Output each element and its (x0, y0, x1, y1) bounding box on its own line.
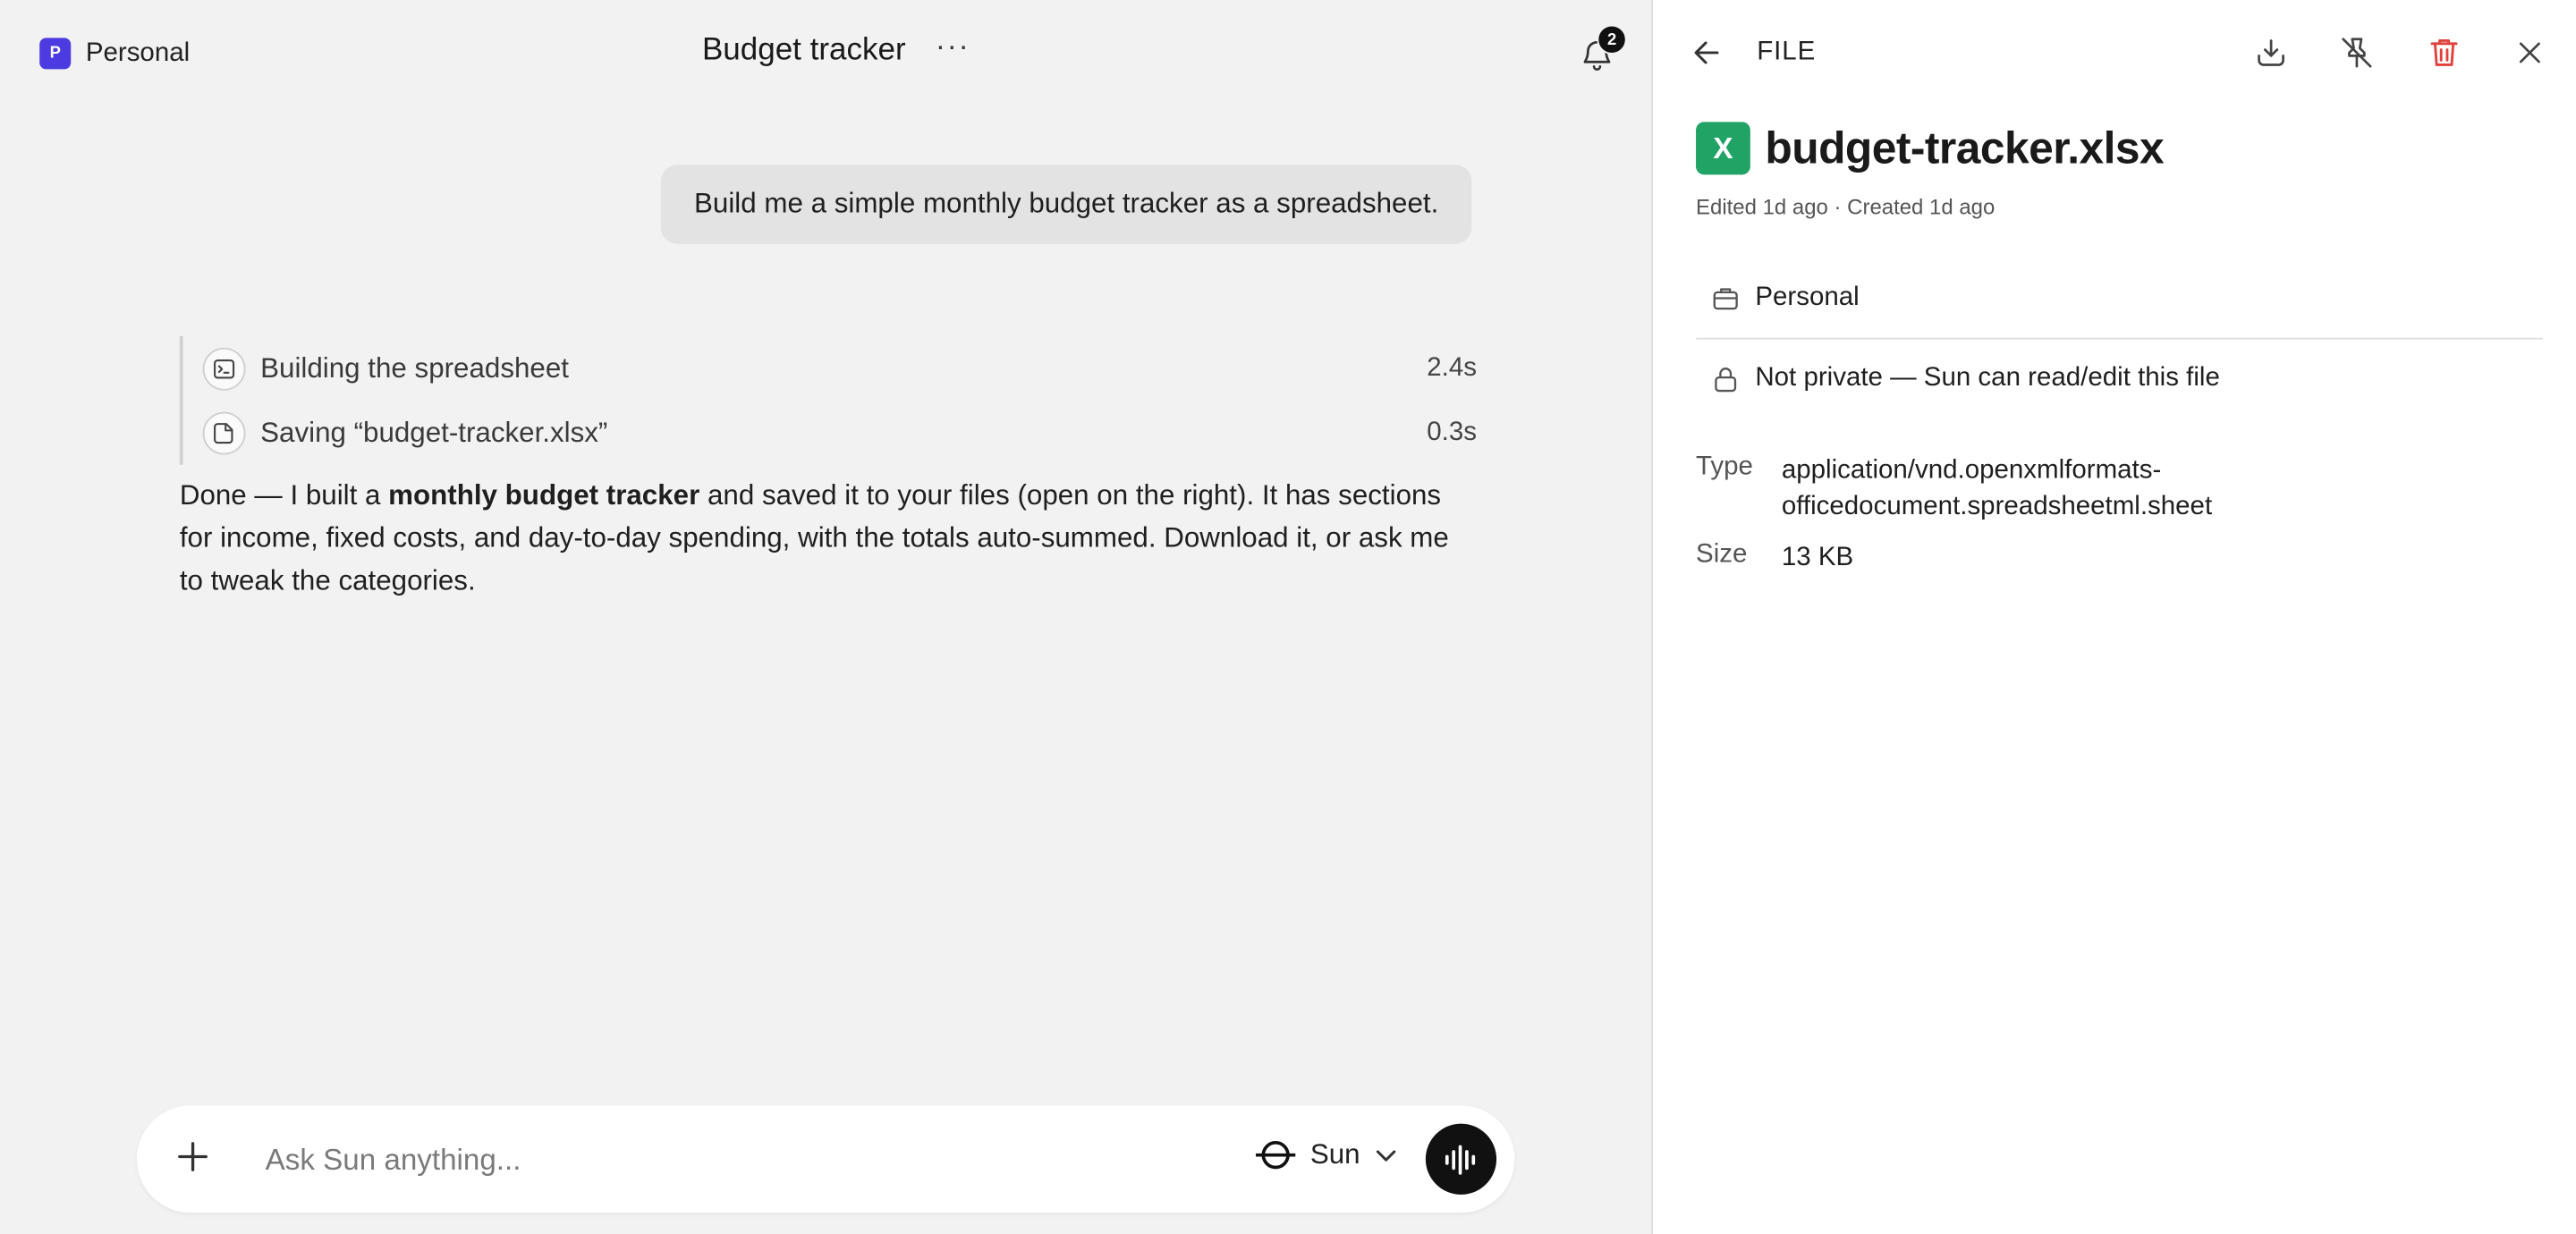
lock-icon (1715, 368, 1737, 393)
save-file-icon (202, 410, 246, 454)
plus-icon[interactable] (173, 1137, 212, 1176)
file-panel-header: FILE (1653, 0, 2576, 106)
file-size-value: 13 KB (1781, 544, 1854, 572)
file-type-value: application/vnd.openxmlformats-officedoc… (1782, 453, 2276, 526)
model-name: Sun (1309, 1138, 1360, 1171)
file-privacy-row[interactable]: Not private — Sun can read/edit this fil… (1696, 340, 2543, 418)
model-logo-icon (1256, 1141, 1296, 1170)
terminal-icon (202, 346, 246, 390)
more-options-button[interactable]: ··· (936, 31, 970, 61)
file-type-row: Type application/vnd.openxmlformats-offi… (1696, 453, 2276, 526)
close-icon[interactable] (2512, 35, 2548, 72)
user-message: Build me a simple monthly budget tracker… (660, 165, 1472, 244)
workspace-name: Personal (85, 38, 191, 67)
workspace-badge: P (39, 38, 72, 70)
download-icon[interactable] (2253, 35, 2290, 72)
unpin-icon[interactable] (2339, 35, 2376, 72)
file-space-name: Personal (1755, 283, 1860, 312)
file-type-value-line2: officedocument.spreadsheetml.sheet (1781, 492, 2213, 521)
delete-icon[interactable] (2426, 35, 2462, 72)
tool-step-label: Saving “budget-tracker.xlsx” (260, 416, 608, 448)
tool-step-time: 2.4s (1427, 353, 1477, 382)
notification-count-badge: 2 (1597, 24, 1627, 55)
tool-step[interactable]: Building the spreadsheet 2.4s (183, 336, 1477, 401)
back-arrow-icon[interactable] (1692, 37, 1722, 70)
file-name: budget-tracker.xlsx (1765, 123, 2165, 173)
waveform-icon (1445, 1144, 1475, 1174)
briefcase-icon (1713, 288, 1738, 310)
workspace-switcher[interactable]: P Personal (39, 38, 191, 70)
conversation-title[interactable]: Budget tracker (702, 33, 906, 70)
tool-step[interactable]: Saving “budget-tracker.xlsx” 0.3s (183, 401, 1477, 465)
file-privacy-text: Not private — Sun can read/edit this fil… (1755, 364, 2220, 393)
spreadsheet-file-icon: X (1696, 122, 1750, 175)
conversation-header: Budget tracker ··· (702, 31, 970, 70)
file-space-row[interactable]: Personal (1696, 258, 2544, 340)
user-message-text: Build me a simple monthly budget tracker… (694, 188, 1439, 220)
file-panel: FILE X budget-tracker.xlsx Edited 1d ago… (1653, 0, 2576, 1234)
reply-text-start: Done — I built a (179, 479, 389, 511)
file-title-row: X budget-tracker.xlsx (1696, 122, 2165, 175)
file-type-label: Type (1696, 452, 1753, 482)
chevron-down-icon (1377, 1150, 1396, 1162)
model-selector[interactable]: Sun (1254, 1138, 1400, 1171)
file-meta: Edited 1d ago · Created 1d ago (1696, 194, 1996, 220)
message-input[interactable] (261, 1133, 1192, 1187)
file-panel-label: FILE (1757, 38, 1817, 66)
tool-steps: Building the spreadsheet 2.4s Saving “bu… (179, 335, 1477, 465)
file-type-value-line1: application/vnd.openxmlformats- (1781, 456, 2162, 485)
tool-step-label: Building the spreadsheet (260, 351, 569, 384)
assistant-reply: Done — I built a monthly budget tracker … (180, 475, 1473, 604)
tool-step-time: 0.3s (1427, 418, 1477, 446)
message-composer: Sun (136, 1105, 1515, 1213)
file-size-label: Size (1696, 540, 1748, 569)
chat-pane: P Personal Budget tracker ··· 2 Build me… (0, 0, 1652, 1234)
reply-emphasis: monthly budget tracker (388, 479, 700, 511)
file-size-row: Size 13 KB (1696, 540, 2276, 577)
voice-mode-button[interactable] (1425, 1123, 1497, 1195)
